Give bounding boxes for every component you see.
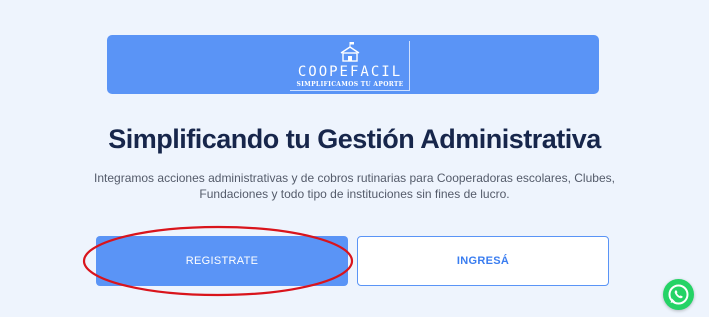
page-title: Simplificando tu Gestión Administrativa [108,124,601,154]
logo-tagline: SIMPLIFICAMOS TU APORTE [296,81,404,88]
whatsapp-icon[interactable] [663,279,694,310]
page-subtitle: Integramos acciones administrativas y de… [60,170,649,202]
coopefacil-logo[interactable]: COOPEFACIL SIMPLIFICAMOS TU APORTE [290,41,410,91]
subtitle-line-1: Integramos acciones administrativas y de… [94,171,615,185]
login-button[interactable]: INGRESÁ [357,236,609,286]
register-button[interactable]: REGISTRATE [96,236,348,286]
subtitle-line-2: Fundaciones y todo tipo de instituciones… [199,187,510,201]
logo-name: COOPEFACIL [297,64,403,80]
